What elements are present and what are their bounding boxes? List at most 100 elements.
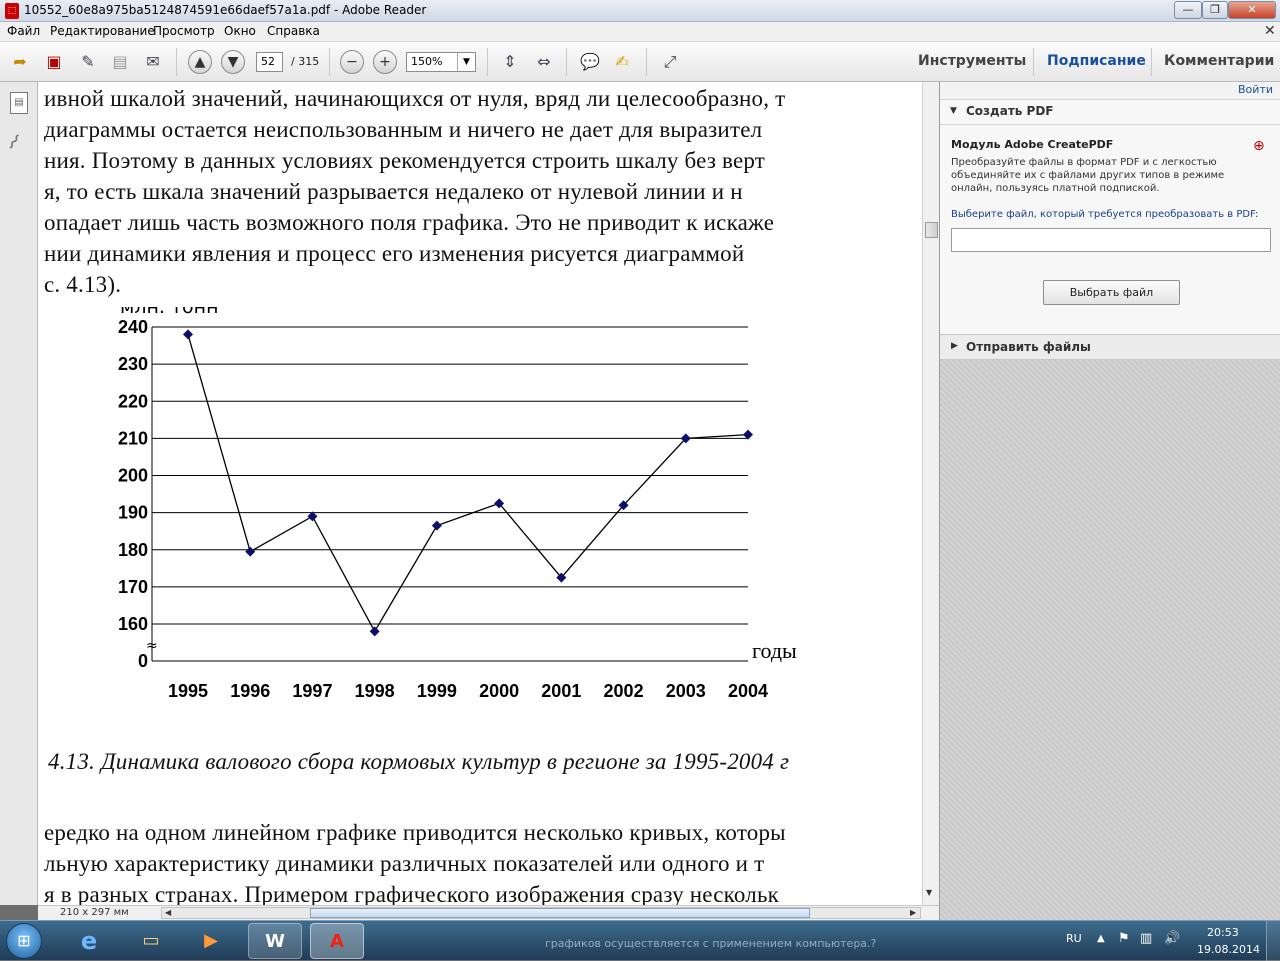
- select-file-button-label: Выбрать файл: [1069, 286, 1154, 299]
- save-icon[interactable]: ▤: [108, 50, 132, 74]
- scroll-right-icon[interactable]: ▶: [910, 908, 916, 917]
- volume-icon[interactable]: 🔊: [1164, 931, 1180, 946]
- page-thumbnails-icon[interactable]: ▤: [10, 92, 28, 114]
- pdf-file-icon: ⬚: [5, 3, 19, 19]
- comments-tab[interactable]: Комментарии: [1164, 53, 1274, 69]
- vertical-scrollbar[interactable]: ▼: [922, 82, 939, 905]
- tools-tab[interactable]: Инструменты: [918, 53, 1026, 69]
- show-desktop-button[interactable]: [1266, 921, 1280, 961]
- highlight-icon[interactable]: ✍: [610, 50, 634, 74]
- media-player-icon[interactable]: ▶: [184, 923, 238, 959]
- flag-icon[interactable]: ⚑: [1118, 931, 1130, 946]
- scroll-left-icon[interactable]: ◀: [165, 908, 171, 917]
- x-axis-label: годы: [752, 638, 797, 663]
- create-pdf-icon[interactable]: ▣: [42, 50, 66, 74]
- horizontal-scroll-thumb[interactable]: [310, 908, 810, 918]
- toolbar-separator: [566, 48, 567, 76]
- attachments-icon[interactable]: ⌇: [3, 129, 25, 154]
- horizontal-scrollbar[interactable]: ◀ ▶: [161, 907, 921, 919]
- comment-icon[interactable]: 💬: [578, 50, 602, 74]
- line-chart: 240 230 220 210 200 190 180 170 160 0≈ млн. тонн го…: [118, 307, 797, 701]
- y-tick-label: 170: [118, 577, 148, 597]
- body-text-line: я, то есть шкала значений разрывается не…: [44, 179, 743, 204]
- body-text-line: опадает лишь часть возможного поля графи…: [44, 210, 775, 235]
- x-tick-label: 1995: [168, 681, 208, 701]
- full-screen-icon[interactable]: ⤢: [658, 50, 682, 74]
- y-axis-label: млн. тонн: [120, 307, 219, 318]
- x-tick-label: 2004: [728, 681, 768, 701]
- x-tick-label: 1999: [417, 681, 457, 701]
- data-point: [183, 329, 193, 340]
- taskbar: ⊞ e ▭ ▶ W A графиков осуществляется с пр…: [0, 920, 1280, 961]
- page-number-input[interactable]: 52: [256, 52, 283, 72]
- y-tick-label: 240: [118, 317, 148, 337]
- internet-explorer-icon[interactable]: e: [62, 923, 116, 959]
- minimize-button[interactable]: —: [1174, 1, 1202, 19]
- document-page: ивной шкалой значений, начинающихся от н…: [38, 82, 922, 905]
- createpdf-icon[interactable]: ⊕: [1253, 138, 1265, 154]
- next-page-button[interactable]: ▼: [221, 50, 245, 74]
- y-tick-label: 190: [118, 503, 148, 523]
- clock-time[interactable]: 20:53: [1207, 926, 1239, 939]
- word-icon[interactable]: W: [248, 923, 302, 959]
- menu-help[interactable]: Справка: [267, 24, 320, 38]
- data-point: [245, 546, 256, 557]
- send-files-section[interactable]: ▶ Отправить файлы: [940, 334, 1280, 360]
- language-indicator[interactable]: RU: [1066, 932, 1082, 945]
- panel-top-strip: Войти: [940, 82, 1280, 100]
- body-text-line: нии динамики явления и процесс его измен…: [44, 241, 745, 266]
- menu-window[interactable]: Окно: [224, 24, 256, 38]
- fit-width-icon[interactable]: ⇔: [532, 50, 556, 74]
- zoom-select[interactable]: 150% ▼: [406, 52, 476, 72]
- open-icon[interactable]: ➦: [8, 50, 32, 74]
- file-explorer-icon[interactable]: ▭: [124, 923, 178, 959]
- body-text-line: с. 4.13).: [44, 272, 122, 297]
- figure-caption: 4.13. Динамика валового сбора кормовых к…: [48, 749, 790, 774]
- y-tick-label: 180: [118, 540, 148, 560]
- expanded-triangle-icon[interactable]: ▼: [950, 106, 957, 116]
- adobe-reader-taskbar-icon[interactable]: A: [310, 923, 364, 959]
- data-point: [369, 626, 380, 637]
- y-tick-label: 0: [138, 651, 148, 671]
- y-tick-label: 160: [118, 614, 148, 634]
- sign-tab[interactable]: Подписание: [1047, 53, 1146, 69]
- menu-view[interactable]: Просмотр: [153, 24, 215, 38]
- body-text-line: я в разных странах. Примером графическог…: [44, 882, 780, 905]
- x-tick-label: 1996: [230, 681, 270, 701]
- scroll-thumb[interactable]: [925, 222, 938, 238]
- zoom-in-button[interactable]: +: [373, 50, 397, 74]
- menu-file[interactable]: Файл: [7, 24, 40, 38]
- collapsed-triangle-icon[interactable]: ▶: [951, 341, 958, 351]
- email-icon[interactable]: ✉: [141, 50, 165, 74]
- create-pdf-header[interactable]: Создать PDF: [966, 104, 1054, 118]
- file-path-input[interactable]: [951, 228, 1271, 252]
- chevron-down-icon[interactable]: ▼: [457, 53, 475, 71]
- signin-link[interactable]: Войти: [1238, 83, 1273, 96]
- axis-break-mark: ≈: [146, 638, 158, 654]
- edit-icon[interactable]: ✎: [76, 50, 100, 74]
- clock-date[interactable]: 19.08.2014: [1197, 943, 1260, 956]
- module-desc-line: объединяйте их с файлами других типов в …: [951, 170, 1225, 181]
- body-text-line: ния. Поэтому в данных условиях рекоменду…: [44, 148, 766, 173]
- close-button[interactable]: ✕: [1228, 1, 1276, 19]
- toolbar: ➦ ▣ ✎ ▤ ✉ ▲ ▼ 52 / 315 − + 150% ▼ ⇕ ⇔ 💬 …: [0, 42, 1280, 82]
- network-icon[interactable]: ▥: [1140, 931, 1152, 946]
- fit-page-icon[interactable]: ⇕: [498, 50, 522, 74]
- toolbar-separator: [176, 48, 177, 76]
- taskbar-background-text: графиков осуществляется с применением ко…: [545, 937, 877, 950]
- previous-page-button[interactable]: ▲: [188, 50, 212, 74]
- select-file-button[interactable]: Выбрать файл: [1043, 280, 1180, 305]
- maximize-button[interactable]: ❐: [1202, 1, 1228, 19]
- toolbar-separator: [1033, 48, 1034, 76]
- zoom-out-button[interactable]: −: [340, 50, 364, 74]
- select-file-label: Выберите файл, который требуется преобра…: [951, 209, 1259, 220]
- show-hidden-icons-icon[interactable]: ▲: [1097, 933, 1105, 944]
- panel-divider: [940, 124, 1280, 125]
- send-files-header[interactable]: Отправить файлы: [966, 340, 1091, 354]
- close-document-icon[interactable]: ✕: [1264, 23, 1276, 39]
- create-pdf-section: ▼ Создать PDF Модуль Adobe CreatePDF ⊕ П…: [940, 100, 1280, 342]
- start-button[interactable]: ⊞: [6, 923, 42, 959]
- module-desc-line: онлайн, пользуясь платной подпиской.: [951, 183, 1160, 194]
- scroll-down-icon[interactable]: ▼: [926, 888, 932, 897]
- menu-edit[interactable]: Редактирование: [50, 24, 155, 38]
